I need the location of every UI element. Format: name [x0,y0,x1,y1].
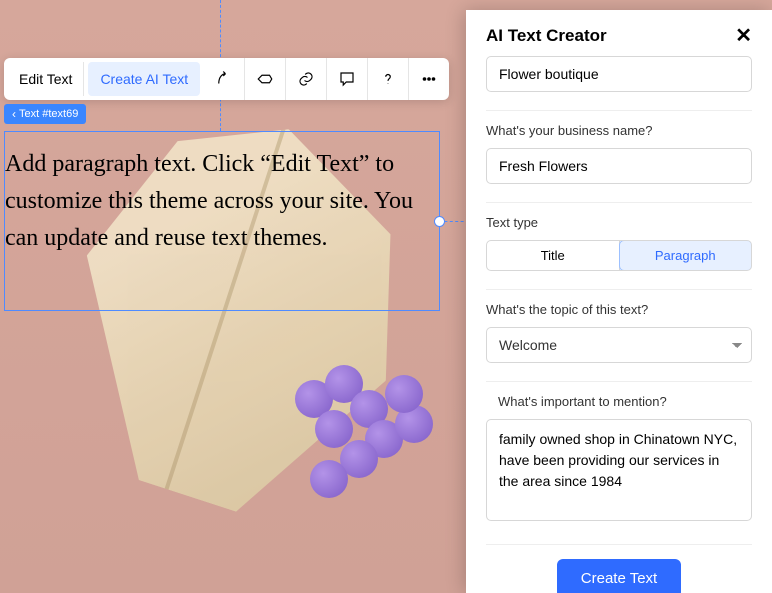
mention-label: What's important to mention? [498,394,752,409]
ai-text-creator-panel: AI Text Creator ✕ What's your business n… [466,10,772,593]
badge-label: Text #text69 [19,108,78,120]
edit-text-button[interactable]: Edit Text [8,62,84,96]
topic-select[interactable]: Welcome [486,327,752,363]
business-name-label: What's your business name? [486,123,752,138]
text-type-title[interactable]: Title [487,241,619,270]
text-type-paragraph[interactable]: Paragraph [619,240,753,271]
create-text-button[interactable]: Create Text [557,559,681,593]
close-icon[interactable]: ✕ [735,26,752,46]
help-icon[interactable] [368,58,409,100]
comment-icon[interactable] [327,58,368,100]
context-toolbar: Edit Text Create AI Text [4,58,449,100]
mention-textarea[interactable] [486,419,752,521]
animation-icon[interactable] [204,58,245,100]
element-breadcrumb-badge[interactable]: Text #text69 [4,104,86,124]
resize-handle-right[interactable] [434,216,445,227]
seo-tag-icon[interactable] [245,58,286,100]
link-icon[interactable] [286,58,327,100]
business-type-input[interactable] [486,56,752,92]
text-type-label: Text type [486,215,752,230]
create-ai-text-button[interactable]: Create AI Text [88,62,200,96]
text-type-segmented: Title Paragraph [486,240,752,271]
panel-title: AI Text Creator [486,26,607,46]
selected-text-element[interactable]: Add paragraph text. Click “Edit Text” to… [4,131,440,311]
topic-label: What's the topic of this text? [486,302,752,317]
more-icon[interactable] [409,58,449,100]
business-name-input[interactable] [486,148,752,184]
bg-flowers-decor [255,320,465,530]
